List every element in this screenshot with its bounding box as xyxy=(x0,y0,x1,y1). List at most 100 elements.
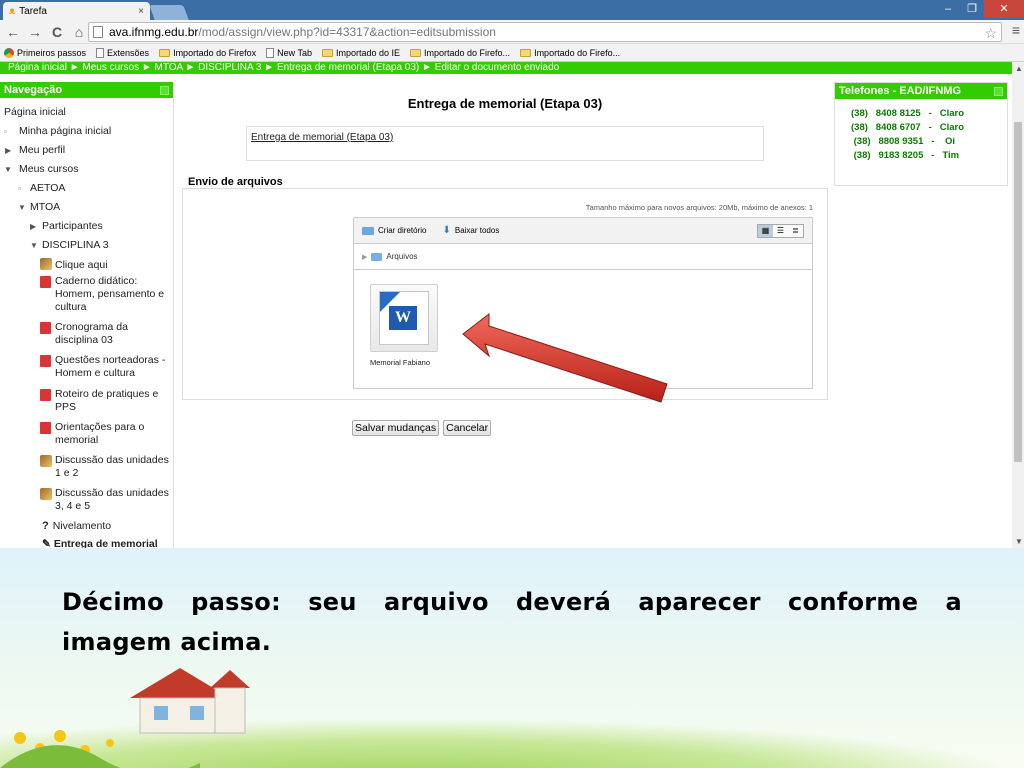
collapse-block-button[interactable] xyxy=(160,86,169,95)
nav-item-label: DISCIPLINA 3 xyxy=(42,239,109,251)
path-folder-label[interactable]: Arquivos xyxy=(386,252,417,261)
nav-item-my-home[interactable]: ▫ Minha página inicial xyxy=(4,125,111,138)
phone-line: (38) 8808 9351 - Oi xyxy=(851,136,956,147)
icons-view-icon[interactable]: ▦ xyxy=(758,225,773,237)
nav-item-label: Questões norteadoras - Homem e cultura xyxy=(55,354,166,379)
bookmark-label: Importado do Firefox xyxy=(173,47,257,58)
nav-item-label: Discussão das unidades 3, 4 e 5 xyxy=(55,487,169,512)
folder-icon xyxy=(371,252,383,261)
bookmark-item[interactable]: Extensões xyxy=(96,47,150,58)
bookmark-item[interactable]: Importado do Firefo... xyxy=(410,48,510,58)
tab-close-icon[interactable]: × xyxy=(138,6,144,17)
intro-link[interactable]: Entrega de memorial (Etapa 03) xyxy=(251,132,393,143)
nav-item-discipline-3[interactable]: ▼ DISCIPLINA 3 xyxy=(30,239,109,252)
new-tab-button[interactable] xyxy=(149,5,189,20)
nav-item-caderno[interactable]: Caderno didático: Homem, pensamento e cu… xyxy=(40,275,170,314)
word-logo: W xyxy=(389,306,417,330)
minimize-button[interactable]: – xyxy=(936,0,960,18)
bookmark-item[interactable]: Importado do Firefo... xyxy=(520,48,620,58)
nav-item-my-courses[interactable]: ▼ Meus cursos xyxy=(4,163,79,176)
breadcrumb[interactable]: Página inicial ► Meus cursos ► MTOA ► DI… xyxy=(0,62,1012,74)
nav-item-label: MTOA xyxy=(30,201,61,213)
url-bar[interactable]: ava.ifnmg.edu.br/mod/assign/view.php?id=… xyxy=(88,22,1002,42)
bookmark-label: Importado do Firefo... xyxy=(534,47,621,58)
nav-item-label: Participantes xyxy=(42,220,103,232)
bookmark-item[interactable]: Importado do Firefox xyxy=(159,48,256,58)
phones-block: Telefones - EAD/IFNMG (38) 8408 8125 - C… xyxy=(834,82,1008,186)
expand-arrow-icon[interactable]: ▶ xyxy=(362,253,367,261)
nav-item-discussao-1-2[interactable]: Discussão das unidades 1 e 2 xyxy=(40,454,174,480)
nav-item-cronograma[interactable]: Cronograma da disciplina 03 xyxy=(40,321,170,347)
download-all-button[interactable]: ⬇ Baixar todos xyxy=(442,225,499,236)
vertical-scrollbar[interactable]: ▲ ▼ xyxy=(1012,62,1024,548)
nav-item-label: Roteiro de pratiques e PPS xyxy=(55,388,159,413)
pdf-icon xyxy=(40,389,51,401)
nav-item-click-here[interactable]: Clique aqui xyxy=(40,258,108,272)
collapse-block-button[interactable] xyxy=(994,87,1003,96)
bookmark-star-icon[interactable]: ☆ xyxy=(984,24,997,42)
bookmark-label: New Tab xyxy=(277,47,312,58)
collapse-arrow-icon: ▼ xyxy=(18,203,26,212)
page-icon xyxy=(93,26,103,38)
nav-item-label: Nivelamento xyxy=(52,520,112,532)
nav-item-roteiro[interactable]: Roteiro de pratiques e PPS xyxy=(40,388,170,414)
cancel-button[interactable]: Cancelar xyxy=(443,420,492,436)
navigation-block-header: Navegação xyxy=(0,82,173,98)
folder-icon xyxy=(410,48,422,57)
reload-button[interactable]: C xyxy=(48,24,66,40)
home-button[interactable]: ⌂ xyxy=(70,24,88,40)
save-changes-button[interactable]: Salvar mudanças xyxy=(352,420,440,436)
pdf-icon xyxy=(40,276,51,288)
url-path: /mod/assign/view.php?id=43317&action=edi… xyxy=(198,25,496,39)
nav-item-participants[interactable]: ▶ Participantes xyxy=(30,220,103,233)
close-window-button[interactable]: ✕ xyxy=(984,0,1024,18)
nav-item-label: Orientações para o memorial xyxy=(55,421,145,446)
nav-item-home[interactable]: Página inicial xyxy=(4,106,66,119)
page-viewport: Página inicial ► Meus cursos ► MTOA ► DI… xyxy=(0,62,1012,548)
moodle-favicon-icon: ᴥ xyxy=(9,5,16,17)
tree-view-icon[interactable]: ≣ xyxy=(788,225,803,237)
download-all-label: Baixar todos xyxy=(454,226,500,235)
browser-tab[interactable]: ᴥ Tarefa × xyxy=(3,2,150,20)
bookmarks-bar: Primeiros passos Extensões Importado do … xyxy=(0,44,1024,62)
nav-item-label: AETOA xyxy=(30,182,66,194)
pdf-icon xyxy=(40,422,51,434)
bullet-icon: ▫ xyxy=(18,184,21,193)
create-directory-label: Criar diretório xyxy=(378,226,427,235)
navigation-block-title: Navegação xyxy=(4,84,63,96)
assignment-icon: ✎ xyxy=(42,538,51,548)
phone-line: (38) 8408 8125 - Claro xyxy=(851,108,965,119)
nav-item-orientacoes[interactable]: Orientações para o memorial xyxy=(40,421,170,447)
pdf-icon xyxy=(40,322,51,334)
scroll-down-icon[interactable]: ▼ xyxy=(1015,537,1023,546)
nav-item-nivelamento[interactable]: ? Nivelamento xyxy=(42,520,111,533)
bookmark-label: Extensões xyxy=(107,47,150,58)
nav-item-discussao-3-4-5[interactable]: Discussão das unidades 3, 4 e 5 xyxy=(40,487,174,513)
bookmark-item[interactable]: Primeiros passos xyxy=(4,47,86,58)
nav-item-mtoa[interactable]: ▼ MTOA xyxy=(18,201,60,214)
nav-item-label: Discussão das unidades 1 e 2 xyxy=(55,454,169,479)
nav-item-entrega[interactable]: ✎ Entrega de memorial xyxy=(42,538,158,548)
scroll-up-icon[interactable]: ▲ xyxy=(1015,64,1023,73)
nav-item-profile[interactable]: ▶ Meu perfil xyxy=(4,144,65,157)
bookmark-item[interactable]: Importado do IE xyxy=(321,47,401,58)
browser-titlebar: ᴥ Tarefa × – ❐ ✕ xyxy=(0,0,1024,20)
form-buttons: Salvar mudanças Cancelar xyxy=(352,420,492,436)
bookmark-label: Importado do Firefo... xyxy=(424,47,511,58)
nav-item-label: Caderno didático: Homem, pensamento e cu… xyxy=(55,275,165,313)
file-name[interactable]: Memorial Fabiano xyxy=(370,358,430,367)
forward-button[interactable]: → xyxy=(26,24,44,40)
scrollbar-thumb[interactable] xyxy=(1014,122,1022,462)
nav-item-label: Entrega de memorial xyxy=(53,538,158,548)
nav-item-questoes[interactable]: Questões norteadoras - Homem e cultura xyxy=(40,354,172,380)
caption-line-1: Décimo passo: seu arquivo deverá aparece… xyxy=(62,588,962,616)
menu-icon[interactable]: ≡ xyxy=(1012,22,1020,38)
bookmark-item[interactable]: New Tab xyxy=(266,47,312,58)
create-directory-button[interactable]: Criar diretório xyxy=(362,226,426,235)
nav-item-aetoa[interactable]: ▫ AETOA xyxy=(18,182,65,195)
bookmark-label: Importado do IE xyxy=(335,47,401,58)
back-button[interactable]: ← xyxy=(4,24,22,40)
list-view-icon[interactable]: ☰ xyxy=(773,225,788,237)
restore-button[interactable]: ❐ xyxy=(960,0,984,18)
uploaded-file-tile[interactable]: W xyxy=(370,284,438,352)
